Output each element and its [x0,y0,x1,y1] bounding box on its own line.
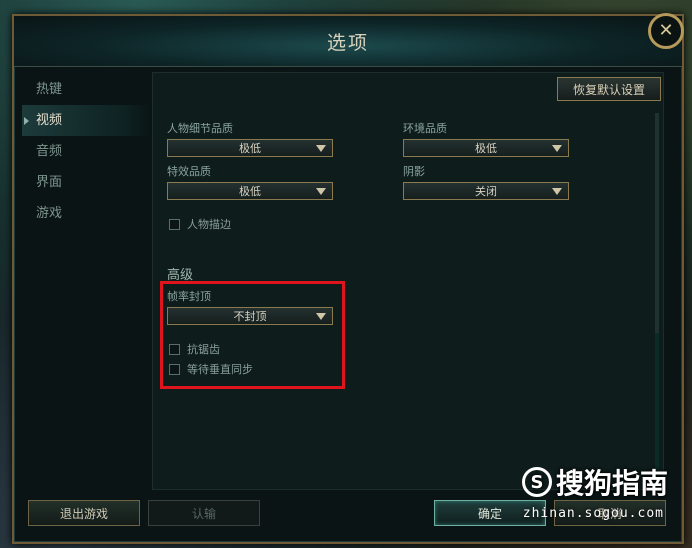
sidebar-item-audio[interactable]: 音频 [22,136,150,167]
watermark-url: zhinan.sogou.com [522,506,664,521]
scrollbar-thumb[interactable] [655,113,659,333]
chevron-down-icon [316,188,326,195]
sidebar-item-game[interactable]: 游戏 [22,198,150,229]
chevron-down-icon [552,145,562,152]
exit-game-button[interactable]: 退出游戏 [28,500,140,526]
environment-select[interactable]: 极低 [403,139,569,157]
sidebar-item-video[interactable]: 视频 [22,105,150,136]
environment-label: 环境品质 [403,122,447,135]
effects-label: 特效品质 [167,165,211,178]
close-button[interactable]: ✕ [648,13,684,49]
character-outline-option[interactable]: 人物描边 [169,216,231,232]
character-detail-select[interactable]: 极低 [167,139,333,157]
scrollbar-lower [655,333,659,483]
sidebar-item-hotkeys[interactable]: 热键 [22,74,150,105]
sidebar-item-interface[interactable]: 界面 [22,167,150,198]
restore-defaults-button[interactable]: 恢复默认设置 [557,77,661,101]
watermark-brand: 搜狗指南 [555,467,668,500]
shadows-label: 阴影 [403,165,425,178]
dialog-title: 选项 [326,31,369,54]
watermark: S 搜狗指南 [521,462,668,502]
surrender-button[interactable]: 认输 [148,500,260,526]
video-settings-panel: 恢复默认设置 人物细节品质 极低 环境品质 极低 特效品质 极低 阴影 关闭 人… [152,72,664,490]
chevron-down-icon [552,188,562,195]
character-detail-label: 人物细节品质 [167,122,233,135]
red-highlight-annotation [160,281,345,389]
title-bar: 选项 [14,16,682,67]
effects-select[interactable]: 极低 [167,182,333,200]
chevron-down-icon [316,145,326,152]
sidebar: 热键 视频 音频 界面 游戏 [22,74,150,494]
character-outline-checkbox[interactable] [169,218,180,230]
sogou-logo-icon: S [521,467,552,497]
close-icon: ✕ [658,20,674,41]
shadows-select[interactable]: 关闭 [403,182,569,200]
